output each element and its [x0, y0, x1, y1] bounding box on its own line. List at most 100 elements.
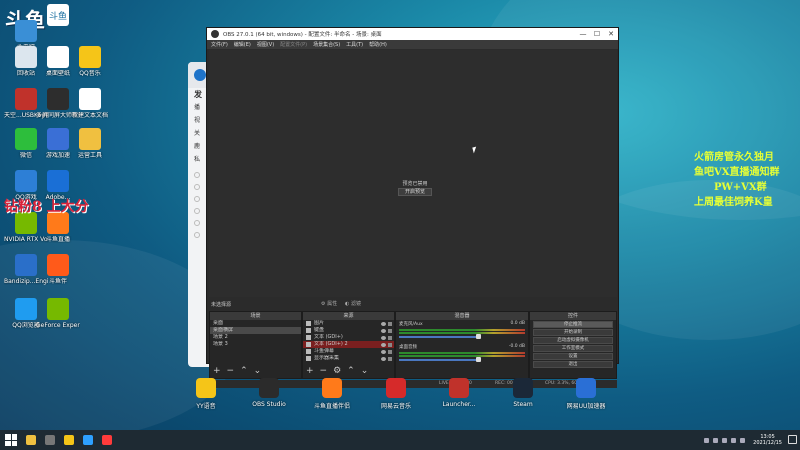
source-item[interactable]: 图片	[303, 320, 394, 327]
desktop-app-shortcut[interactable]: 网易云音乐	[366, 378, 426, 410]
remove-source-icon[interactable]: −	[320, 366, 328, 376]
stop-streaming-button[interactable]: 停止推流	[533, 321, 613, 328]
minimize-button[interactable]: —	[576, 30, 590, 38]
desktop-app-shortcut[interactable]: YY语音	[176, 378, 236, 410]
lock-icon[interactable]	[388, 328, 392, 333]
add-source-icon[interactable]: +	[306, 366, 314, 376]
radio-icon[interactable]	[194, 172, 200, 178]
visibility-icon[interactable]	[381, 349, 386, 354]
desktop-app-shortcut[interactable]: Launcher...	[429, 378, 489, 408]
taskbar-app-icon[interactable]	[45, 435, 55, 445]
taskbar-app-icon[interactable]	[26, 435, 36, 445]
desktop-icon[interactable]: 斗鱼直播	[36, 212, 80, 243]
scene-item[interactable]: 桌面	[210, 320, 301, 327]
desktop-app-shortcut[interactable]: OBS Studio	[239, 378, 299, 408]
close-button[interactable]: ✕	[604, 30, 618, 38]
filters-button[interactable]: ◐ 滤镜	[345, 300, 361, 307]
app-icon	[79, 46, 101, 68]
filters-label: 滤镜	[350, 301, 361, 307]
menu-scene-collection[interactable]: 场景集合(S)	[313, 41, 340, 48]
source-item[interactable]: 文本 (GDI+) 2	[303, 341, 394, 348]
start-recording-button[interactable]: 开始录制	[533, 329, 613, 336]
volume-slider[interactable]	[399, 357, 481, 362]
source-item[interactable]: 显示器采集	[303, 355, 394, 362]
desktop-app-shortcut[interactable]: 网易UU加速器	[556, 378, 616, 410]
visibility-icon[interactable]	[381, 321, 386, 326]
menu-file[interactable]: 文件(F)	[211, 41, 228, 48]
tray-icon[interactable]	[713, 437, 719, 443]
settings-button[interactable]: 设置	[533, 353, 613, 360]
volume-icon[interactable]	[740, 437, 746, 443]
radio-icon[interactable]	[194, 208, 200, 214]
desktop-icon[interactable]: QQ音乐	[68, 46, 112, 77]
scene-item[interactable]: 场景 3	[210, 341, 301, 348]
volume-meter	[399, 329, 525, 331]
exit-button[interactable]: 退出	[533, 361, 613, 368]
desktop-icon[interactable]: 运营工具	[68, 128, 112, 159]
windows-start-icon[interactable]	[5, 434, 17, 446]
scene-item[interactable]: 场景 2	[210, 334, 301, 341]
obs-titlebar[interactable]: OBS 27.0.1 (64 bit, windows) - 配置文件: 半命名…	[207, 28, 618, 40]
source-item[interactable]: 键盘	[303, 327, 394, 334]
mixer-dock: 混音器 麦克风/Aux 0.0 dB 桌面音频 -0.0 dB	[395, 311, 529, 379]
lock-icon[interactable]	[388, 356, 392, 361]
radio-icon[interactable]	[194, 184, 200, 190]
lock-icon[interactable]	[388, 321, 392, 326]
radio-icon[interactable]	[194, 196, 200, 202]
menu-edit[interactable]: 编辑(E)	[234, 41, 251, 48]
properties-button[interactable]: ⚙ 属性	[321, 300, 337, 307]
studio-mode-button[interactable]: 工作室模式	[533, 345, 613, 352]
menu-tools[interactable]: 工具(T)	[346, 41, 363, 48]
taskbar-app-icon[interactable]	[83, 435, 93, 445]
visibility-icon[interactable]	[381, 342, 386, 347]
volume-slider[interactable]	[399, 334, 481, 339]
visibility-icon[interactable]	[381, 356, 386, 361]
radio-icon[interactable]	[194, 220, 200, 226]
menu-view[interactable]: 视图(V)	[257, 41, 274, 48]
source-item[interactable]: 斗鱼弹幕	[303, 348, 394, 355]
system-clock[interactable]: 13:05 2021/12/15	[753, 434, 782, 446]
taskbar-app-icon[interactable]	[102, 435, 112, 445]
source-settings-icon[interactable]: ⚙	[333, 366, 341, 376]
start-virtual-camera-button[interactable]: 启动虚拟摄像机	[533, 337, 613, 344]
app-icon	[259, 378, 279, 398]
visibility-icon[interactable]	[381, 335, 386, 340]
slider-handle[interactable]	[476, 357, 481, 362]
visibility-icon[interactable]	[381, 328, 386, 333]
move-down-icon[interactable]: ⌄	[361, 366, 369, 376]
tray-icon[interactable]	[722, 437, 728, 443]
overlay-left-text: 钻粉8 上大分	[4, 199, 89, 215]
move-up-icon[interactable]: ⌃	[240, 366, 248, 376]
add-scene-icon[interactable]: +	[213, 366, 221, 376]
preview-area[interactable]: 预览已禁用 开启预览	[209, 50, 617, 297]
desktop-icon[interactable]: GeForce Experience	[36, 298, 80, 329]
move-down-icon[interactable]: ⌄	[254, 366, 262, 376]
enable-preview-button[interactable]: 开启预览	[398, 188, 432, 196]
network-icon[interactable]	[731, 437, 737, 443]
desktop-app-shortcut[interactable]: 斗鱼直播伴侣	[302, 378, 362, 410]
slider-handle[interactable]	[476, 334, 481, 339]
lock-icon[interactable]	[388, 335, 392, 340]
lock-icon[interactable]	[388, 342, 392, 347]
menu-profile[interactable]: 配置文件(P)	[280, 41, 307, 48]
maximize-button[interactable]: ☐	[590, 30, 604, 38]
source-item[interactable]: 文本 (GDI+)	[303, 334, 394, 341]
notification-icon[interactable]	[788, 435, 797, 444]
menu-bar: 文件(F) 编辑(E) 视图(V) 配置文件(P) 场景集合(S) 工具(T) …	[207, 40, 618, 49]
app-icon	[15, 254, 37, 276]
desktop-icon[interactable]: 新建文本文档	[68, 88, 112, 119]
menu-help[interactable]: 帮助(H)	[369, 41, 387, 48]
desktop-icon[interactable]: 斗鱼伴	[36, 254, 80, 285]
lock-icon[interactable]	[388, 349, 392, 354]
clock-date: 2021/12/15	[753, 440, 782, 446]
taskbar: 13:05 2021/12/15	[0, 430, 800, 450]
radio-icon[interactable]	[194, 232, 200, 238]
desktop-icon-label: GeForce Experience	[36, 322, 80, 329]
tray-icon[interactable]	[704, 437, 710, 443]
desktop-icon-label: 斗鱼直播	[45, 236, 70, 243]
remove-scene-icon[interactable]: −	[227, 366, 235, 376]
desktop-app-shortcut[interactable]: Steam	[493, 378, 553, 408]
move-up-icon[interactable]: ⌃	[347, 366, 355, 376]
taskbar-app-icon[interactable]	[64, 435, 74, 445]
scene-item[interactable]: 桌面横屏	[210, 327, 301, 334]
